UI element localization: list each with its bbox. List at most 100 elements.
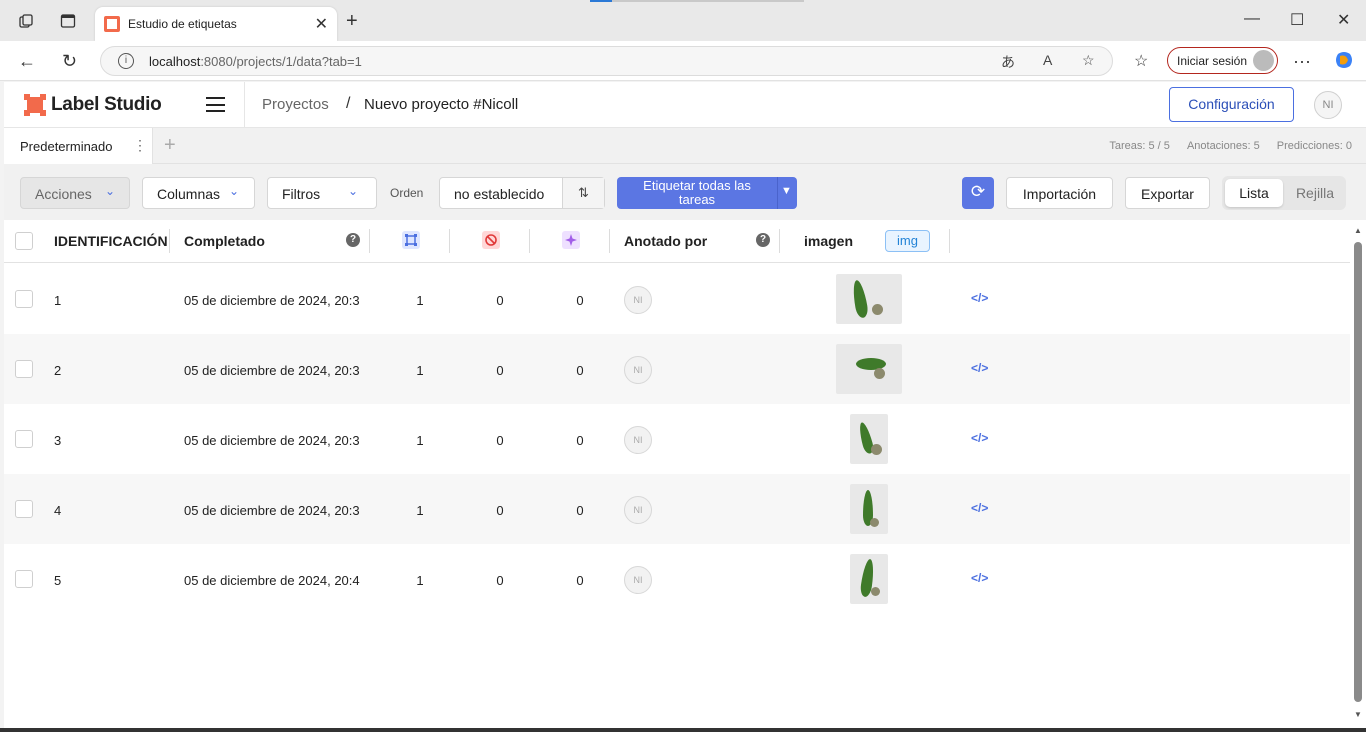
export-button[interactable]: Exportar [1125,177,1210,209]
signin-button[interactable]: Iniciar sesión [1167,47,1278,74]
app-header: Label Studio Proyectos / Nuevo proyecto … [4,82,1366,128]
back-icon[interactable]: ← [18,51,36,72]
row-checkbox[interactable] [15,500,33,518]
breadcrumb-projects[interactable]: Proyectos [262,96,329,113]
table-row[interactable]: 2 05 de diciembre de 2024, 20:3 1 0 0 NI… [4,334,1350,404]
workspaces-icon[interactable] [17,12,35,30]
row-checkbox[interactable] [15,290,33,308]
task-image-thumbnail[interactable] [850,554,888,604]
row-predictions: 0 [576,573,584,588]
browser-tab-active[interactable]: Estudio de etiquetas ✕ [95,7,337,41]
scroll-down-icon[interactable]: ▼ [1354,710,1362,719]
row-completed: 05 de diciembre de 2024, 20:3 [184,363,360,378]
chevron-down-icon: ⌄ [229,184,240,198]
add-tab-icon[interactable]: + [164,134,176,157]
label-studio-logo-icon [24,94,46,116]
code-icon[interactable]: </> [971,571,988,585]
task-image-thumbnail[interactable] [850,414,888,464]
cancelled-icon[interactable] [482,231,500,249]
select-all-checkbox[interactable] [15,232,33,250]
code-icon[interactable]: </> [971,361,988,375]
favorite-star-icon[interactable]: ☆ [1082,52,1095,69]
columns-button[interactable]: Columnas ⌄ [142,177,255,209]
table-row[interactable]: 5 05 de diciembre de 2024, 20:4 1 0 0 NI… [4,544,1350,614]
import-button[interactable]: Importación [1006,177,1113,209]
help-icon[interactable]: ? [756,233,770,247]
taskbar-edge [0,728,1366,732]
grid-view-button[interactable]: Rejilla [1286,179,1344,207]
address-bar[interactable]: i localhost:8080/projects/1/data?tab=1 あ… [100,46,1113,76]
tab-default[interactable]: Predeterminado ⋮ [4,128,153,164]
kebab-icon[interactable]: ⋮ [133,137,147,154]
code-icon[interactable]: </> [971,431,988,445]
scrollbar-thumb[interactable] [1354,242,1362,702]
row-checkbox[interactable] [15,360,33,378]
chevron-down-icon[interactable]: ▼ [781,185,792,197]
vertical-tabs-icon[interactable] [59,12,77,30]
profile-avatar-icon [1253,50,1274,71]
row-total-annotations: 1 [416,363,424,378]
task-image-thumbnail[interactable] [836,344,902,394]
copilot-icon[interactable] [1334,50,1354,75]
scroll-up-icon[interactable]: ▲ [1354,226,1362,235]
url-text[interactable]: localhost:8080/projects/1/data?tab=1 [149,54,362,69]
row-checkbox[interactable] [15,570,33,588]
close-tab-icon[interactable]: ✕ [315,14,328,34]
import-label: Importación [1022,186,1097,202]
favorites-icon[interactable]: ☆ [1134,51,1148,71]
close-window-icon[interactable]: ✕ [1337,10,1350,30]
more-options-icon[interactable]: ··· [1293,51,1311,72]
table-scrollbar[interactable]: ▲ ▼ [1350,220,1366,728]
refresh-icon[interactable]: ⟳ [962,177,994,209]
table-row[interactable]: 3 05 de diciembre de 2024, 20:3 1 0 0 NI… [4,404,1350,474]
list-view-button[interactable]: Lista [1225,179,1283,207]
actions-button[interactable]: Acciones ⌄ [20,177,130,209]
row-cancelled: 0 [496,433,504,448]
order-value[interactable]: no establecido [454,186,544,202]
predictions-icon[interactable] [562,231,580,249]
site-info-icon[interactable]: i [118,53,134,69]
table-row[interactable]: 4 05 de diciembre de 2024, 20:3 1 0 0 NI… [4,474,1350,544]
table-row[interactable]: 1 05 de diciembre de 2024, 20:3 1 0 0 NI… [4,264,1350,334]
column-header-annotated-by[interactable]: Anotado por [624,233,707,249]
chevron-down-icon: ⌄ [105,184,116,198]
column-header-image[interactable]: imagen [804,233,853,249]
label-all-tasks-label: Etiquetar todas las tareas [643,178,751,207]
code-icon[interactable]: </> [971,291,988,305]
translate-icon[interactable]: あ [1001,52,1015,72]
user-avatar[interactable]: NI [1314,91,1342,119]
help-icon[interactable]: ? [346,233,360,247]
new-tab-icon[interactable]: + [346,10,358,33]
sort-icon[interactable]: ⇅ [562,178,604,208]
row-completed: 05 de diciembre de 2024, 20:4 [184,573,360,588]
breadcrumb-project-name[interactable]: Nuevo proyecto #Nicoll [364,96,518,113]
code-icon[interactable]: </> [971,501,988,515]
column-divider [369,229,370,253]
row-checkbox[interactable] [15,430,33,448]
row-completed: 05 de diciembre de 2024, 20:3 [184,433,360,448]
browser-tab-title: Estudio de etiquetas [128,17,237,31]
column-divider [609,229,610,253]
order-selector[interactable]: no establecido ⇅ [439,177,605,209]
task-image-thumbnail[interactable] [836,274,902,324]
filters-button[interactable]: Filtros ⌄ [267,177,377,209]
columns-label: Columnas [157,186,221,202]
row-total-annotations: 1 [416,293,424,308]
annotator-avatar: NI [624,286,652,314]
task-image-thumbnail[interactable] [850,484,888,534]
row-cancelled: 0 [496,363,504,378]
read-aloud-icon[interactable]: A [1043,52,1052,68]
total-annotations-icon[interactable] [402,231,420,249]
row-total-annotations: 1 [416,573,424,588]
row-id: 5 [54,573,62,588]
reload-icon[interactable]: ↻ [62,51,77,72]
app-logo-text[interactable]: Label Studio [51,94,162,116]
maximize-icon[interactable]: ☐ [1290,10,1304,30]
column-header-id[interactable]: IDENTIFICACIÓN [54,233,168,249]
label-all-tasks-button[interactable]: Etiquetar todas las tareas ▼ [617,177,797,209]
minimize-icon[interactable]: — [1244,10,1260,28]
column-divider [169,229,170,253]
column-header-completed[interactable]: Completado [184,233,265,249]
menu-icon[interactable] [206,97,225,112]
settings-button[interactable]: Configuración [1169,87,1294,122]
